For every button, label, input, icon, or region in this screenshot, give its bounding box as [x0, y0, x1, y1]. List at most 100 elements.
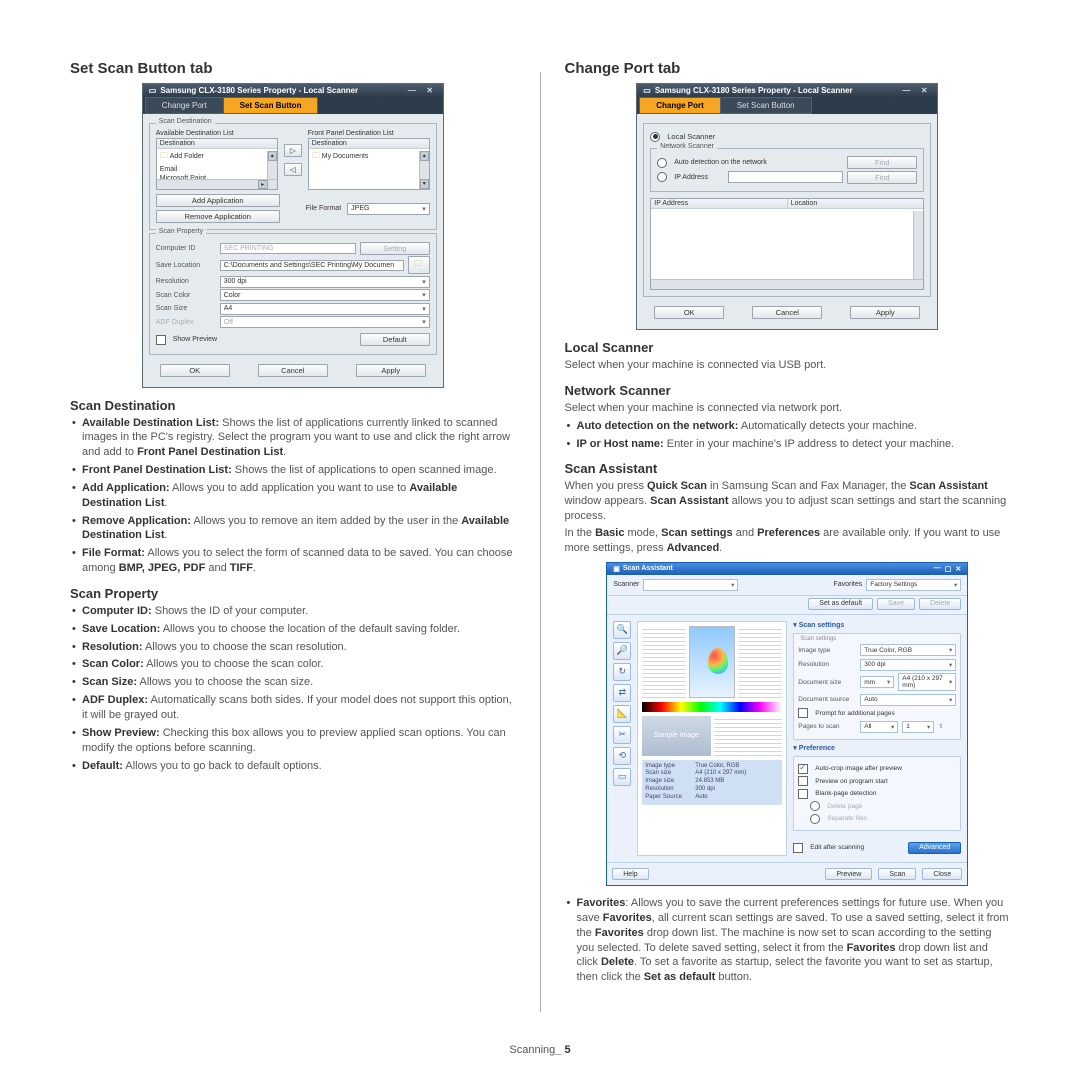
- tab-change-port[interactable]: Change Port: [145, 97, 224, 114]
- remove-application-button[interactable]: Remove Application: [156, 210, 280, 223]
- tab-set-scan-button[interactable]: Set Scan Button: [720, 97, 812, 114]
- crop-icon[interactable]: ✂: [613, 726, 631, 744]
- front-panel-listbox[interactable]: Destination My Documents ▴▾: [308, 138, 430, 190]
- file-format-select[interactable]: JPEG: [347, 203, 430, 215]
- image-type-select[interactable]: True Color, RGB: [860, 644, 956, 656]
- prompt-checkbox[interactable]: [798, 708, 808, 718]
- pages-count-stepper[interactable]: 1: [902, 721, 934, 733]
- browse-folder-button[interactable]: [408, 256, 430, 274]
- minimize-icon[interactable]: —: [899, 86, 913, 95]
- tab-set-scan-button[interactable]: Set Scan Button: [223, 97, 319, 114]
- ip-address-field[interactable]: [728, 171, 843, 183]
- list-item[interactable]: Email: [157, 165, 277, 174]
- delete-button[interactable]: Delete: [919, 598, 961, 610]
- tab-change-port[interactable]: Change Port: [639, 97, 721, 114]
- edit-after-checkbox[interactable]: [793, 843, 803, 853]
- close-button[interactable]: Close: [922, 868, 962, 880]
- find-button-2[interactable]: Find: [847, 171, 917, 184]
- save-location-field[interactable]: C:\Documents and Settings\SEC Printing\M…: [220, 260, 404, 271]
- scrollbar[interactable]: [913, 211, 923, 280]
- close-icon[interactable]: ✕: [917, 86, 931, 95]
- fit-icon[interactable]: ▭: [613, 768, 631, 786]
- preview-button[interactable]: Preview: [825, 868, 872, 880]
- zoom-out-icon[interactable]: 🔎: [613, 642, 631, 660]
- body-text: Select when your machine is connected vi…: [565, 358, 1011, 373]
- autocrop-checkbox[interactable]: [798, 764, 808, 774]
- col-location: Location: [788, 199, 924, 209]
- default-button[interactable]: Default: [360, 333, 430, 346]
- document-source-label: Document source: [798, 696, 856, 703]
- scan-size-select[interactable]: A4: [220, 303, 430, 315]
- list-item: Default: Allows you to go back to defaul…: [70, 759, 516, 774]
- horiz-scrollbar[interactable]: [651, 279, 923, 289]
- minimize-icon[interactable]: —: [934, 565, 941, 572]
- list-item[interactable]: My Documents: [322, 153, 369, 160]
- body-text: When you press Quick Scan in Samsung Sca…: [565, 479, 1011, 524]
- stepper-icon[interactable]: ⇕: [938, 723, 943, 730]
- maximize-icon[interactable]: ▢: [945, 565, 952, 573]
- preview-image: [689, 626, 735, 698]
- minimize-icon[interactable]: —: [405, 86, 419, 95]
- adf-duplex-select: Off: [220, 316, 430, 328]
- resolution-select[interactable]: 300 dpi: [860, 659, 956, 671]
- mirror-icon[interactable]: ⇄: [613, 684, 631, 702]
- list-item: Computer ID: Shows the ID of your comput…: [70, 604, 516, 619]
- scrollbar[interactable]: ▴▾: [419, 151, 429, 189]
- scan-settings-toggle[interactable]: ▾ Scan settings: [793, 621, 961, 629]
- show-preview-checkbox[interactable]: [156, 335, 166, 345]
- list-item[interactable]: Add Folder: [170, 153, 204, 160]
- ruler-icon[interactable]: 📐: [613, 705, 631, 723]
- auto-detect-label: Auto detection on the network: [674, 159, 843, 166]
- sample-image-tile: Sample Image: [642, 716, 711, 756]
- scan-size-label: Scan Size: [156, 305, 216, 312]
- help-button[interactable]: Help: [612, 868, 648, 880]
- apply-button[interactable]: Apply: [850, 306, 920, 319]
- resolution-select[interactable]: 300 dpi: [220, 276, 430, 288]
- close-icon[interactable]: ✕: [955, 565, 961, 573]
- move-right-button[interactable]: ▷: [284, 144, 302, 157]
- preview-panel: Sample Image Image typeTrue Color, RGB S…: [637, 621, 787, 857]
- favorites-select[interactable]: Factory Settings: [866, 579, 961, 591]
- scanner-select[interactable]: [643, 579, 738, 591]
- save-button[interactable]: Save: [877, 598, 915, 610]
- ip-address-radio[interactable]: [657, 172, 667, 182]
- page-footer: Scanning_ 5: [0, 1044, 1080, 1056]
- network-scanner-table[interactable]: IP Address Location: [650, 198, 924, 290]
- left-toolbar: 🔍 🔎 ↻ ⇄ 📐 ✂ ⟲ ▭: [613, 621, 631, 857]
- move-left-button[interactable]: ◁: [284, 163, 302, 176]
- scan-color-select[interactable]: Color: [220, 289, 430, 301]
- preview-start-checkbox[interactable]: [798, 776, 808, 786]
- zoom-in-icon[interactable]: 🔍: [613, 621, 631, 639]
- setting-button[interactable]: Setting: [360, 242, 430, 255]
- separate-files-label: Separate files: [827, 815, 867, 822]
- auto-detect-radio[interactable]: [657, 158, 667, 168]
- document-source-select[interactable]: Auto: [860, 694, 956, 706]
- add-application-button[interactable]: Add Application: [156, 194, 280, 207]
- apply-button[interactable]: Apply: [356, 364, 426, 377]
- set-as-default-button[interactable]: Set as default: [808, 598, 873, 610]
- doc-size-select[interactable]: A4 (210 x 297 mm): [898, 673, 956, 691]
- ok-button[interactable]: OK: [654, 306, 724, 319]
- reset-icon[interactable]: ⟲: [613, 747, 631, 765]
- cancel-button[interactable]: Cancel: [752, 306, 822, 319]
- horiz-scrollbar[interactable]: ▸: [157, 179, 277, 189]
- pages-mode-select[interactable]: All: [860, 721, 898, 733]
- col-destination: Destination: [157, 139, 277, 149]
- doc-size-unit-select[interactable]: mm: [860, 676, 894, 688]
- rotate-icon[interactable]: ↻: [613, 663, 631, 681]
- available-dest-listbox[interactable]: Destination Add Folder Email Microsoft P…: [156, 138, 278, 190]
- computer-id-field[interactable]: SEC PRINTING: [220, 243, 356, 254]
- prompt-label: Prompt for additional pages: [815, 710, 895, 717]
- scrollbar[interactable]: ▴: [267, 151, 277, 180]
- column-divider: [540, 72, 541, 1012]
- adf-duplex-label: ADF Duplex: [156, 319, 216, 326]
- blank-page-checkbox[interactable]: [798, 789, 808, 799]
- scan-button[interactable]: Scan: [878, 868, 916, 880]
- local-scanner-radio[interactable]: [650, 132, 660, 142]
- preference-toggle[interactable]: ▾ Preference: [793, 744, 961, 752]
- cancel-button[interactable]: Cancel: [258, 364, 328, 377]
- ok-button[interactable]: OK: [160, 364, 230, 377]
- advanced-button[interactable]: Advanced: [908, 842, 961, 854]
- close-icon[interactable]: ✕: [423, 86, 437, 95]
- find-button[interactable]: Find: [847, 156, 917, 169]
